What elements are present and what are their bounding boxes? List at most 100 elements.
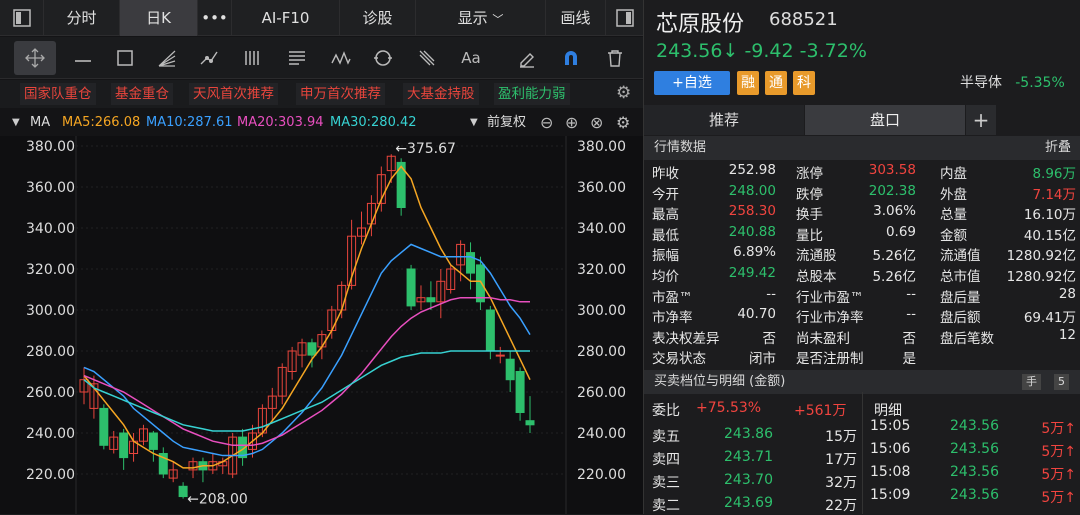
ask-cell: 22万 — [825, 498, 857, 514]
cycle-icon — [374, 50, 392, 66]
text-icon: Aa — [461, 49, 481, 67]
ask-row: 卖四 243.71 17万 — [644, 449, 862, 469]
candle-body — [525, 420, 535, 426]
path-tool[interactable] — [188, 41, 230, 75]
tag-weak-profit[interactable]: 盈利能力弱 — [494, 83, 570, 105]
y-tick-right: 320.00 — [577, 262, 626, 278]
quote-label: 今开 — [652, 186, 679, 203]
add-tab-button[interactable]: + — [966, 105, 996, 135]
delete-tool[interactable] — [594, 41, 636, 75]
candle-body — [148, 432, 158, 450]
y-tick-right: 300.00 — [577, 303, 626, 319]
zoom-in-icon[interactable]: ⊕ — [565, 110, 578, 136]
dropdown-icon[interactable]: ▼ — [470, 110, 478, 136]
ma-label: MA — [30, 115, 51, 130]
candle-body — [426, 297, 436, 303]
ma-legend: ▼ MA MA5:266.08 MA10:287.61 MA20:303.94 … — [0, 110, 643, 136]
tag-tianfeng[interactable]: 天风首次推荐 — [189, 83, 278, 105]
kline-chart[interactable]: 380.00 380.00 360.00 360.00 340.00 340.00 320.… — [0, 136, 643, 514]
sector-name[interactable]: 半导体 — [956, 71, 1006, 95]
hand-toggle[interactable]: 手 — [1022, 374, 1041, 390]
quote-label: 总量 — [940, 207, 967, 224]
cursor-tool[interactable] — [14, 41, 56, 75]
quote-value: 28 — [1058, 285, 1076, 302]
text-note-tool[interactable] — [276, 41, 318, 75]
last-price: 243.56↓ — [656, 40, 739, 62]
quote-label: 流通股 — [796, 248, 837, 265]
collapse-icon[interactable]: ▼ — [12, 110, 20, 136]
quote-title: 行情数据 — [654, 140, 707, 155]
tag-shenwan[interactable]: 申万首次推荐 — [296, 83, 385, 105]
tab-diagnose[interactable]: 诊股 — [340, 0, 416, 36]
quote-label: 换手 — [796, 207, 823, 224]
y-tick-right: 260.00 — [577, 385, 626, 401]
quote-value: 是 — [902, 351, 917, 368]
quote-value: -- — [906, 285, 916, 302]
fib-tool[interactable] — [406, 41, 448, 75]
quote-label: 总股本 — [796, 269, 837, 285]
y-tick-left: 340.00 — [26, 221, 75, 237]
quote-value: 252.98 — [728, 162, 776, 178]
level-toggle[interactable]: 5 — [1054, 374, 1069, 390]
zoom-out-icon[interactable]: ⊖ — [540, 110, 553, 136]
tick-cell: 243.56 — [950, 487, 999, 503]
quote-panel: 芯原股份 688521 243.56↓ -9.42 -3.72% +自选 融 通… — [643, 0, 1080, 514]
quote-value: 258.30 — [728, 203, 776, 220]
quote-value: 8.96万 — [1032, 166, 1076, 182]
tab-daily-k[interactable]: 日K — [120, 0, 198, 36]
magnet-tool[interactable] — [550, 41, 592, 75]
candle-body — [307, 342, 317, 356]
tab-intraday[interactable]: 分时 — [44, 0, 120, 36]
tag-fund-heavy[interactable]: 基金重仓 — [111, 83, 173, 105]
sidebar-toggle-button[interactable] — [0, 0, 44, 36]
adjust-select[interactable]: 前复权 — [487, 110, 526, 136]
trash-icon — [608, 50, 622, 67]
crosshair-icon — [25, 48, 45, 68]
text-tool[interactable]: Aa — [450, 41, 492, 75]
tag-big-fund[interactable]: 大基金持股 — [403, 83, 479, 105]
ask-cell: 32万 — [825, 475, 857, 491]
quote-value: 3.06% — [873, 203, 916, 220]
more-button[interactable]: ••• — [198, 0, 232, 36]
quote-row: 最低 240.88 量比 0.69 金额 40.15亿 — [644, 224, 1080, 244]
quote-label: 尚未盈利 — [796, 330, 850, 347]
tab-ai-f10[interactable]: AI-F10 — [232, 0, 340, 36]
chart-background — [0, 136, 643, 514]
y-tick-left: 360.00 — [26, 180, 75, 196]
fan-tool[interactable] — [146, 41, 188, 75]
y-tick-right: 220.00 — [577, 467, 626, 483]
settings-icon[interactable]: ⚙ — [616, 110, 630, 136]
close-icon[interactable]: ⊗ — [590, 110, 603, 136]
quote-row: 市净率 40.70 行业市净率 -- 盘后额 69.41万 — [644, 306, 1080, 326]
eraser-tool[interactable] — [506, 41, 548, 75]
tab-draw[interactable]: 画线 — [546, 0, 606, 36]
display-dropdown[interactable]: 显示 ﹀ — [416, 0, 546, 36]
line-tool[interactable] — [62, 41, 104, 75]
fold-button[interactable]: 折叠 — [1045, 136, 1071, 160]
tag-national-team[interactable]: 国家队重仓 — [20, 83, 96, 105]
quote-label: 盘后额 — [940, 310, 981, 327]
wave-tool[interactable] — [320, 41, 362, 75]
y-tick-left: 300.00 — [26, 303, 75, 319]
bars-icon — [245, 51, 259, 65]
add-watchlist-button[interactable]: +自选 — [654, 71, 730, 95]
cycle-tool[interactable] — [362, 41, 404, 75]
depth-section-header: 买卖档位与明细 (金额) 手 5 — [644, 370, 1080, 394]
quote-value: 249.42 — [728, 265, 776, 281]
candle-body — [485, 309, 495, 352]
bars-tool[interactable] — [232, 41, 274, 75]
quote-label: 振幅 — [652, 248, 679, 265]
stock-tags: 国家队重仓 基金重仓 天风首次推荐 申万首次推荐 大基金持股 盈利能力弱 ⚙ — [0, 80, 643, 108]
tab-recommend[interactable]: 推荐 — [644, 105, 804, 135]
quote-label: 最高 — [652, 207, 679, 224]
gear-icon[interactable]: ⚙ — [616, 83, 631, 103]
layout-toggle-button[interactable] — [606, 0, 643, 36]
rectangle-icon — [117, 50, 133, 66]
tab-orderbook[interactable]: 盘口 — [805, 105, 965, 135]
rect-tool[interactable] — [104, 41, 146, 75]
ask-cell: 243.71 — [724, 449, 773, 465]
note-icon — [289, 51, 305, 65]
low-annotation: ←208.00 — [187, 492, 248, 508]
magnet-icon — [565, 51, 577, 65]
quote-value: 闭市 — [749, 351, 776, 368]
